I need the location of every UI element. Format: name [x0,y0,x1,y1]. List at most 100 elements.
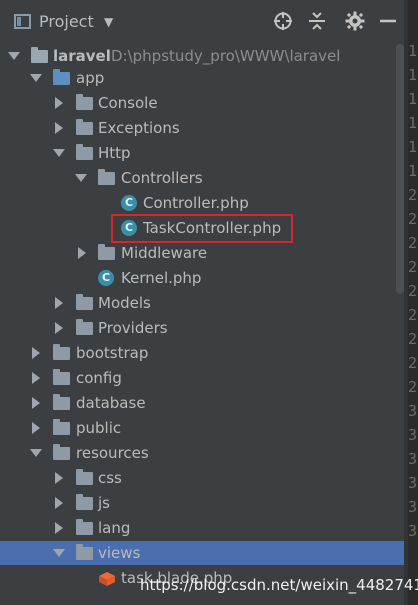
tree-row-js[interactable]: js [0,491,404,515]
tree-row-public[interactable]: public [0,416,404,440]
line-number: 2 [408,354,418,372]
collapse-arrow-icon[interactable] [55,472,63,484]
folder-icon [98,169,115,185]
project-view-title[interactable]: Project [39,12,94,31]
tree-item-label: database [76,394,146,412]
editor-gutter: 1 1 1 1 1 1 2 2 2 2 2 2 2 2 2 3 3 3 3 3 … [404,0,418,605]
tree-item-label: public [76,419,122,437]
line-number: 2 [408,306,418,324]
tree-row-config[interactable]: config [0,366,404,390]
line-number: 2 [408,282,418,300]
line-number: 3 [408,498,418,516]
folder-icon [53,419,70,435]
expand-arrow-icon[interactable] [75,174,87,182]
folder-icon [76,119,93,135]
collapse-arrow-icon[interactable] [32,422,40,434]
expand-arrow-icon[interactable] [8,52,20,60]
tree-row-models[interactable]: Models [0,291,404,315]
line-number: 3 [408,450,418,468]
line-number: 2 [408,330,418,348]
collapse-arrow-icon[interactable] [55,297,63,309]
tree-item-label: TaskController.php [143,219,282,237]
tree-row-middleware[interactable]: Middleware [0,241,404,265]
locate-target-icon[interactable] [272,10,294,32]
collapse-arrow-icon[interactable] [32,372,40,384]
folder-icon [53,444,70,460]
tree-row-laravel[interactable]: laravel D:\phpstudy_pro\WWW\laravel [0,44,404,68]
project-tool-window: Project ▼ laravel D:\phpstudy_pro\WWW\la… [0,0,418,605]
tree-row-views[interactable]: views [0,541,404,565]
tree-item-label: lang [98,519,131,537]
tree-item-label: Console [98,94,158,112]
collapse-arrow-icon[interactable] [32,347,40,359]
tree-item-label: views [98,544,141,562]
php-class-icon: C [121,220,137,236]
expand-arrow-icon[interactable] [30,449,42,457]
tree-row-controllers[interactable]: Controllers [0,166,404,190]
collapse-arrow-icon[interactable] [55,497,63,509]
tree-row-database[interactable]: database [0,391,404,415]
tree-row-lang[interactable]: lang [0,516,404,540]
line-number: 1 [408,66,418,84]
tree-row-kernel-php[interactable]: C Kernel.php [0,266,404,290]
folder-icon [76,494,93,510]
folder-icon [53,369,70,385]
collapse-arrow-icon[interactable] [32,397,40,409]
collapse-arrow-icon[interactable] [55,322,63,334]
tree-row-controller-php[interactable]: C Controller.php [0,191,404,215]
tree-item-label: bootstrap [76,344,149,362]
vertical-scrollbar[interactable] [396,44,404,294]
folder-icon [98,244,115,260]
line-number: 3 [408,426,418,444]
tree-row-http[interactable]: Http [0,141,404,165]
line-number: 1 [408,90,418,108]
line-number: 2 [408,234,418,252]
tree-row-taskcontroller-php[interactable]: C TaskController.php [0,216,404,240]
line-number: 3 [408,522,418,540]
tree-item-label: Kernel.php [121,269,202,287]
tree-item-label: css [98,469,122,487]
tree-item-label: Controllers [121,169,203,187]
line-number: 2 [408,210,418,228]
tree-item-label: Exceptions [98,119,180,137]
expand-arrow-icon[interactable] [53,549,65,557]
collapse-arrow-icon[interactable] [55,122,63,134]
tree-item-label: Providers [98,319,168,337]
line-number: 1 [408,42,418,60]
folder-icon [76,519,93,535]
caret-down-icon[interactable]: ▼ [104,15,113,29]
collapse-arrow-icon[interactable] [78,247,86,259]
line-number: 1 [408,162,418,180]
gear-icon[interactable] [344,10,366,32]
expand-arrow-icon[interactable] [30,74,42,82]
tree-row-resources[interactable]: resources [0,441,404,465]
minimize-icon[interactable] [377,10,399,32]
blade-file-icon [98,570,116,586]
folder-icon [53,69,70,85]
folder-icon [76,144,93,160]
folder-icon [76,469,93,485]
collapse-arrow-icon[interactable] [55,522,63,534]
expand-arrow-icon[interactable] [53,149,65,157]
folder-icon [53,344,70,360]
tree-row-console[interactable]: Console [0,91,404,115]
collapse-all-icon[interactable] [306,10,328,32]
tree-row-providers[interactable]: Providers [0,316,404,340]
tree-item-label: Http [98,144,131,162]
tree-row-exceptions[interactable]: Exceptions [0,116,404,140]
collapse-arrow-icon[interactable] [55,97,63,109]
tree-item-label: config [76,369,122,387]
tree-item-label: Middleware [121,244,208,262]
php-class-icon: C [98,270,114,286]
watermark-text: https://blog.csdn.net/weixin_44827418 [140,576,418,594]
folder-icon [76,294,93,310]
line-number: 2 [408,258,418,276]
tree-item-label: Controller.php [143,194,249,212]
folder-icon [31,47,48,63]
tree-row-css[interactable]: css [0,466,404,490]
folder-icon [76,544,93,560]
tree-row-app[interactable]: app [0,66,404,90]
tree-item-label: laravel [53,47,111,65]
project-path: D:\phpstudy_pro\WWW\laravel [111,47,341,65]
tree-row-bootstrap[interactable]: bootstrap [0,341,404,365]
